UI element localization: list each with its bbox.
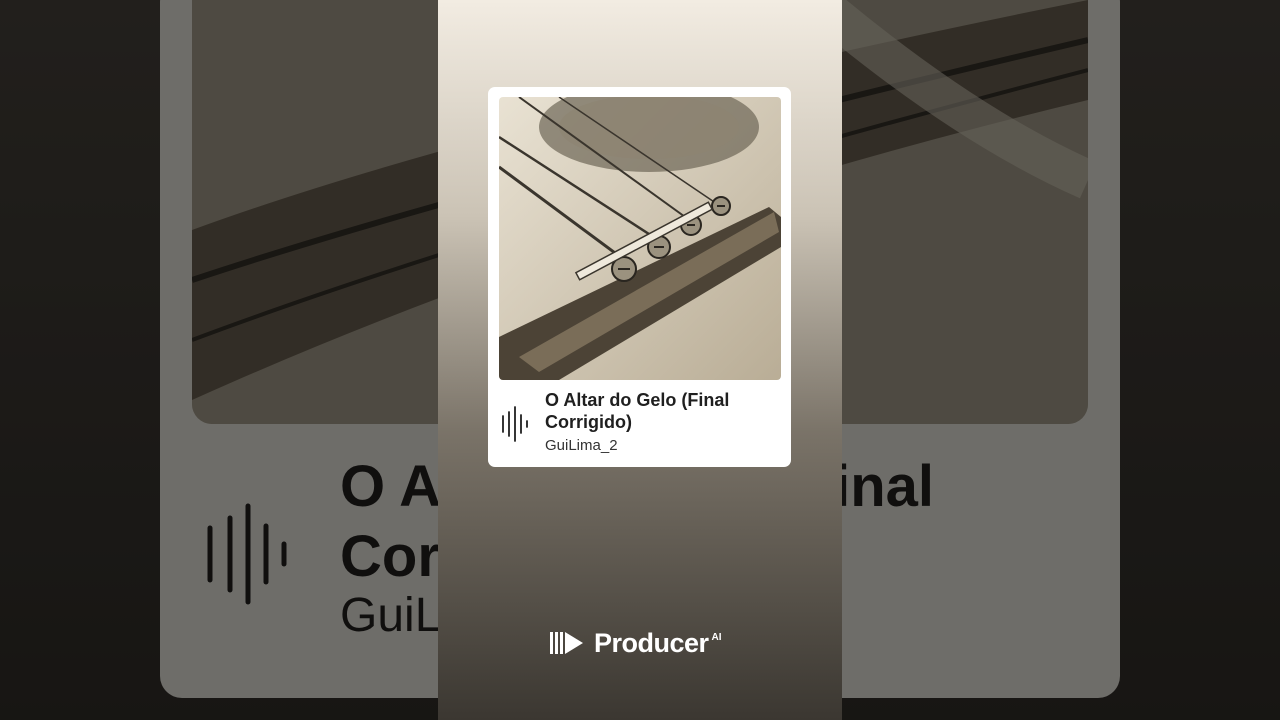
producer-brand: Producer AI xyxy=(550,626,722,660)
track-card[interactable]: O Altar do Gelo (Final Corrigido) GuiLim… xyxy=(488,87,791,467)
track-title[interactable]: O Altar do Gelo (Final Corrigido) xyxy=(545,389,780,433)
share-panel: O Altar do Gelo (Final Corrigido) GuiLim… xyxy=(438,0,842,720)
producer-logo-icon xyxy=(550,632,583,654)
audio-waveform-icon xyxy=(502,406,528,442)
brand-name: Producer xyxy=(594,627,709,658)
track-artist[interactable]: GuiLima_2 xyxy=(545,437,618,454)
album-artwork[interactable] xyxy=(499,97,781,380)
brand-suffix: AI xyxy=(711,631,722,643)
